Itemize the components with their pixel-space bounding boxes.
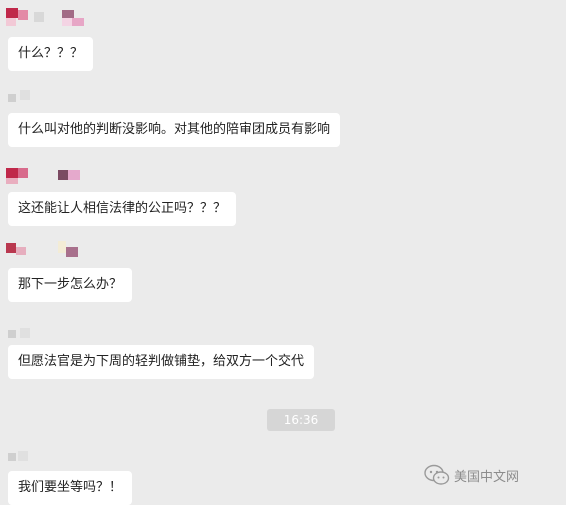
watermark: 美国中文网 — [424, 462, 519, 488]
wechat-icon — [424, 464, 450, 485]
message-bubble[interactable]: 什么？？？ — [8, 37, 94, 71]
watermark-label: 美国中文网 — [454, 469, 520, 485]
message-bubble[interactable]: 什么叫对他的判断没影响。对其他的陪审团成员有影响 — [8, 113, 341, 147]
message-bubble[interactable]: 但愿法官是为下周的轻判做铺垫，给双方一个交代 — [8, 345, 315, 379]
sender-avatar-pixelated — [6, 241, 126, 265]
sender-avatar-pixelated — [6, 8, 126, 30]
timestamp-badge: 16:36 — [267, 409, 335, 431]
message-bubble[interactable]: 那下一步怎么办？ — [8, 268, 133, 302]
message-bubble[interactable]: 我们要坐等吗？！ — [8, 471, 133, 505]
message-bubble[interactable]: 这还能让人相信法律的公正吗？？？ — [8, 192, 237, 226]
sender-avatar-pixelated — [6, 449, 126, 471]
sender-avatar-pixelated — [6, 168, 126, 190]
sender-avatar-pixelated — [6, 88, 126, 110]
